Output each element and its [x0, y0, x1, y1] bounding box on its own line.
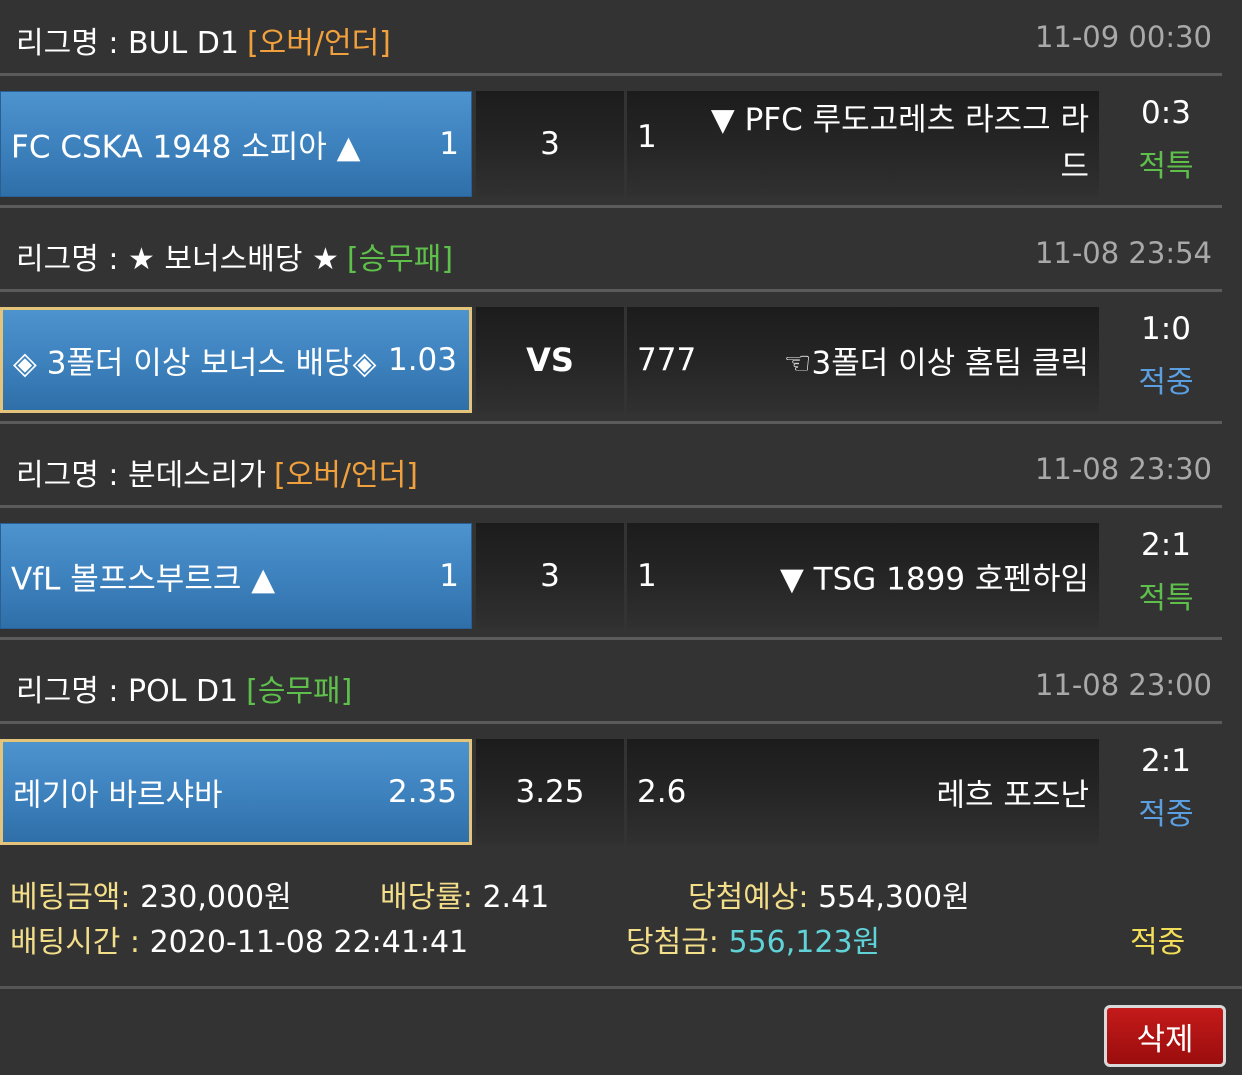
- home-pick[interactable]: 레기아 바르샤바 2.35: [0, 739, 472, 845]
- draw-cell[interactable]: 3: [476, 523, 624, 629]
- league-name: 리그명 : 분데스리가 [오버/언더]: [16, 450, 418, 494]
- bet-type: [오버/언더]: [273, 458, 418, 493]
- expected-win-label: 당첨예상:: [688, 880, 809, 915]
- league-header: 리그명 : BUL D1 [오버/언더] 11-09 00:30: [0, 0, 1222, 76]
- match-datetime: 11-08 23:30: [1034, 452, 1212, 486]
- league-title: BUL D1: [127, 26, 239, 61]
- bet-time-value: 2020-11-08 22:41:41: [149, 925, 469, 960]
- league-name: 리그명 : ★ 보너스배당 ★ [승무패]: [16, 234, 453, 278]
- win-amount-value: 556,123원: [728, 925, 881, 960]
- bet-amount-label: 베팅금액:: [10, 880, 131, 915]
- league-title: ★ 보너스배당 ★: [127, 242, 339, 277]
- home-team-name: ◈ 3폴더 이상 보너스 배당◈: [13, 345, 377, 382]
- home-pick[interactable]: FC CSKA 1948 소피아 ▲ 1: [0, 91, 472, 197]
- home-odds: 1: [439, 558, 459, 594]
- away-odds: 1: [637, 558, 657, 594]
- home-odds: 1: [439, 126, 459, 162]
- home-team-name: VfL 볼프스부르크 ▲: [11, 561, 276, 598]
- bet-history-panel: 리그명 : BUL D1 [오버/언더] 11-09 00:30 FC CSKA …: [0, 0, 1242, 1075]
- league-title: 분데스리가: [127, 458, 266, 493]
- match-result: 2:1 적특: [1110, 523, 1222, 629]
- match-datetime: 11-09 00:30: [1034, 20, 1212, 54]
- away-odds: 2.6: [637, 774, 687, 810]
- league-prefix: 리그명 :: [16, 26, 128, 61]
- match-result: 1:0 적중: [1110, 307, 1222, 413]
- league-name: 리그명 : BUL D1 [오버/언더]: [16, 18, 391, 62]
- match-row: 레기아 바르샤바 2.35 3.25 2.6 레흐 포즈난 2:1 적중: [0, 739, 1222, 845]
- home-team-name: FC CSKA 1948 소피아 ▲: [11, 129, 361, 166]
- match-result: 0:3 적특: [1110, 91, 1222, 197]
- total-odds-value: 2.41: [482, 880, 550, 915]
- result-label: 적중: [1138, 797, 1194, 832]
- draw-cell[interactable]: 3.25: [476, 739, 624, 845]
- away-odds: 777: [637, 342, 697, 378]
- bet-amount-value: 230,000원: [140, 880, 292, 915]
- match-row: FC CSKA 1948 소피아 ▲ 1 3 1 ▼ PFC 루도고레츠 라즈그…: [0, 91, 1222, 197]
- total-odds-label: 배당률:: [380, 880, 473, 915]
- divider: [0, 637, 1222, 640]
- draw-cell[interactable]: 3: [476, 91, 624, 197]
- away-team-name: ▼ PFC 루도고레츠 라즈그 라드: [710, 102, 1089, 185]
- away-team-name: ▼ TSG 1899 호펜하임: [779, 561, 1089, 598]
- win-amount: 당첨금: 556,123원: [626, 917, 880, 961]
- match-datetime: 11-08 23:00: [1034, 668, 1212, 702]
- bet-time-label: 배팅시간 :: [10, 925, 141, 960]
- away-odds: 1: [637, 119, 657, 155]
- match-row: ◈ 3폴더 이상 보너스 배당◈ 1.03 VS 777 ☜3폴더 이상 홈팀 …: [0, 307, 1222, 413]
- home-pick[interactable]: VfL 볼프스부르크 ▲ 1: [0, 523, 472, 629]
- league-prefix: 리그명 :: [16, 242, 128, 277]
- result-label: 적중: [1138, 365, 1194, 400]
- expected-win: 당첨예상: 554,300원: [688, 872, 970, 916]
- match-datetime: 11-08 23:54: [1034, 236, 1212, 270]
- divider: [0, 205, 1222, 208]
- expected-win-value: 554,300원: [818, 880, 970, 915]
- total-odds: 배당률: 2.41: [380, 872, 549, 916]
- away-pick[interactable]: 1 ▼ PFC 루도고레츠 라즈그 라드: [627, 91, 1099, 197]
- league-prefix: 리그명 :: [16, 674, 128, 709]
- away-pick[interactable]: 1 ▼ TSG 1899 호펜하임: [627, 523, 1099, 629]
- divider: [0, 986, 1242, 989]
- league-name: 리그명 : POL D1 [승무패]: [16, 666, 352, 710]
- league-header: 리그명 : 분데스리가 [오버/언더] 11-08 23:30: [0, 432, 1222, 508]
- league-title: POL D1: [127, 674, 239, 709]
- home-odds: 1.03: [387, 342, 457, 378]
- result-label: 적특: [1138, 149, 1194, 184]
- bet-type: [오버/언더]: [246, 26, 391, 61]
- match-row: VfL 볼프스부르크 ▲ 1 3 1 ▼ TSG 1899 호펜하임 2:1 적…: [0, 523, 1222, 629]
- bet-type: [승무패]: [246, 674, 353, 709]
- home-odds: 2.35: [387, 774, 457, 810]
- league-header: 리그명 : POL D1 [승무패] 11-08 23:00: [0, 648, 1222, 724]
- match-score: 2:1: [1141, 527, 1191, 563]
- bet-amount: 베팅금액: 230,000원: [10, 872, 292, 916]
- away-team-name: 레흐 포즈난: [936, 777, 1089, 814]
- match-score: 0:3: [1141, 95, 1191, 131]
- win-amount-label: 당첨금:: [626, 925, 719, 960]
- divider: [0, 421, 1222, 424]
- league-prefix: 리그명 :: [16, 458, 128, 493]
- match-score: 2:1: [1141, 743, 1191, 779]
- match-score: 1:0: [1141, 311, 1191, 347]
- league-header: 리그명 : ★ 보너스배당 ★ [승무패] 11-08 23:54: [0, 216, 1222, 292]
- draw-cell: VS: [476, 307, 624, 413]
- away-team-name: ☜3폴더 이상 홈팀 클릭: [783, 345, 1089, 382]
- home-team-name: 레기아 바르샤바: [13, 777, 223, 814]
- away-pick[interactable]: 2.6 레흐 포즈난: [627, 739, 1099, 845]
- delete-button[interactable]: 삭제: [1104, 1005, 1226, 1067]
- bet-type: [승무패]: [346, 242, 454, 277]
- bet-status: 적중: [1130, 925, 1186, 960]
- bet-summary: 베팅금액: 230,000원 배당률: 2.41 당첨예상: 554,300원 …: [0, 862, 1222, 972]
- away-pick[interactable]: 777 ☜3폴더 이상 홈팀 클릭: [627, 307, 1099, 413]
- result-label: 적특: [1138, 581, 1194, 616]
- bet-time: 배팅시간 : 2020-11-08 22:41:41: [10, 917, 468, 961]
- match-result: 2:1 적중: [1110, 739, 1222, 845]
- home-pick[interactable]: ◈ 3폴더 이상 보너스 배당◈ 1.03: [0, 307, 472, 413]
